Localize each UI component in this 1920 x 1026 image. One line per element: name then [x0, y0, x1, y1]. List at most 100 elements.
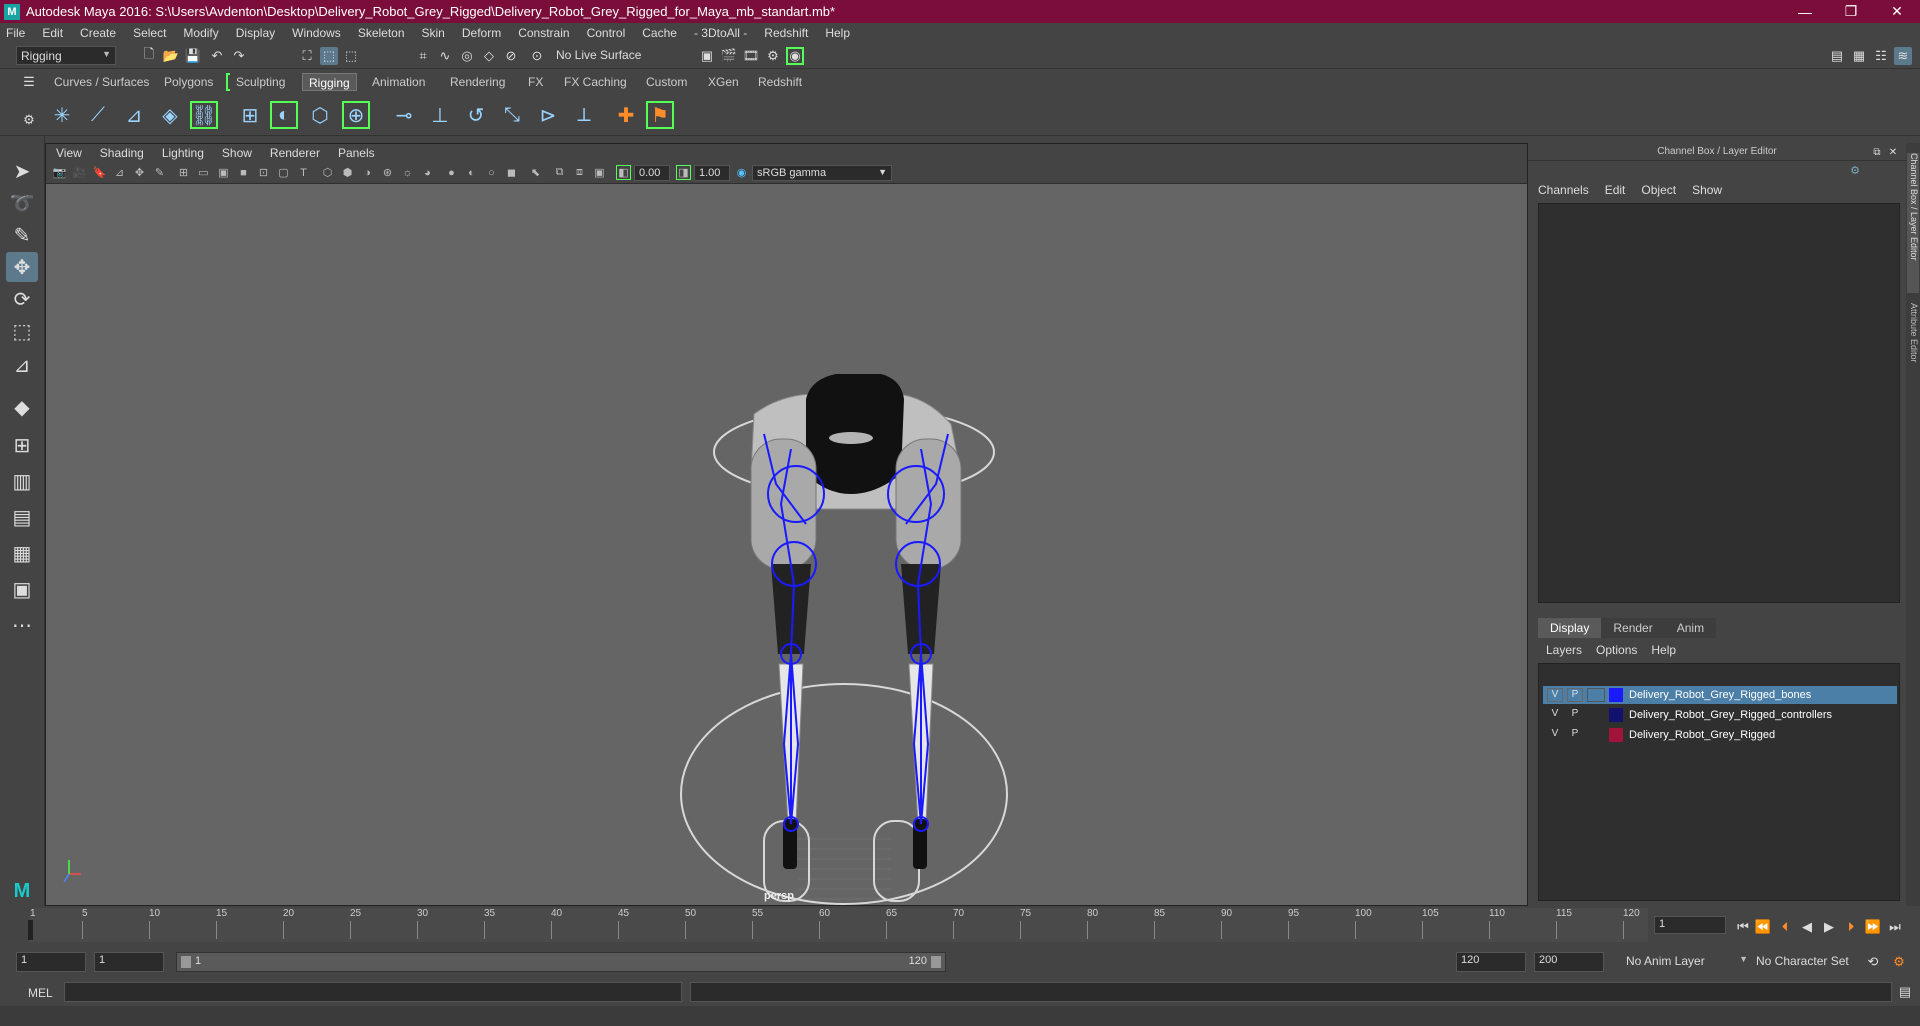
locator-icon[interactable]: ✚	[612, 101, 640, 129]
cb-menu-channels[interactable]: Channels	[1538, 183, 1589, 197]
shelf-tab-fx[interactable]: FX	[522, 73, 549, 91]
rotate-tool-icon[interactable]: ⟳	[6, 284, 38, 314]
orient-constraint-icon[interactable]: ↺	[462, 101, 490, 129]
aim-constraint-icon[interactable]: ⊳	[534, 101, 562, 129]
menu-create[interactable]: Create	[80, 26, 116, 40]
menu-modify[interactable]: Modify	[183, 26, 218, 40]
layer-playback-toggle[interactable]: P	[1567, 688, 1583, 702]
motion-blur-icon[interactable]: ◐	[464, 165, 479, 180]
single-perspective-layout-icon[interactable]: ◆	[6, 392, 38, 422]
scale-tool-icon[interactable]: ⬚	[6, 316, 38, 346]
insert-joint-icon[interactable]: ◈	[156, 101, 184, 129]
minimize-button[interactable]: —	[1782, 0, 1828, 23]
isolate-select-icon[interactable]: ⬉	[528, 165, 543, 180]
menu-file[interactable]: File	[6, 26, 25, 40]
anti-aliasing-icon[interactable]: ○	[484, 165, 499, 180]
undo-icon[interactable]: ↶	[208, 47, 226, 65]
layer-playback-toggle[interactable]: P	[1567, 728, 1583, 742]
tab-channel-box-vertical[interactable]: Channel Box / Layer Editor	[1907, 153, 1919, 293]
viewport-menu-view[interactable]: View	[56, 146, 82, 160]
render-settings-icon[interactable]: ⚙	[764, 47, 782, 65]
step-forward-frame-icon[interactable]: ⏵	[1842, 918, 1860, 936]
xray-components-icon[interactable]: ▣	[592, 165, 607, 180]
shelf-tab-sculpting[interactable]: Sculpting	[230, 73, 291, 91]
select-by-object-icon[interactable]: ⬚	[320, 47, 338, 65]
safe-title-icon[interactable]: T	[296, 165, 311, 180]
character-set-dropdown[interactable]: No Character Set	[1752, 952, 1862, 972]
shelf-tab-rendering[interactable]: Rendering	[444, 73, 511, 91]
step-back-key-icon[interactable]: ⏪	[1754, 918, 1772, 936]
camera-attributes-icon[interactable]: 🎥	[72, 165, 87, 180]
wireframe-icon[interactable]: ⬡	[320, 165, 335, 180]
new-scene-icon[interactable]: 🗋	[140, 46, 158, 65]
scale-constraint-icon[interactable]: ⤡	[498, 101, 526, 129]
layer-editor-toggle-icon[interactable]: ≋	[1894, 47, 1912, 65]
textured-icon[interactable]: ⊛	[380, 165, 395, 180]
auto-key-icon[interactable]: ⟲	[1864, 953, 1882, 971]
cluster-icon[interactable]: ⊕	[342, 101, 370, 129]
ipr-render-icon[interactable]: 🎞	[742, 47, 760, 65]
lasso-tool-icon[interactable]: ➰	[6, 188, 38, 218]
live-surface-field[interactable]: No Live Surface	[552, 46, 652, 65]
shelf-tab-fx-caching[interactable]: FX Caching	[558, 73, 633, 91]
layer-color-swatch[interactable]	[1609, 708, 1623, 722]
last-tool-icon[interactable]: ⊿	[6, 350, 38, 380]
menu-windows[interactable]: Windows	[292, 26, 341, 40]
shelf-tab-polygons[interactable]: Polygons	[158, 73, 219, 91]
viewport-menu-shading[interactable]: Shading	[100, 146, 144, 160]
layer-color-swatch[interactable]	[1609, 728, 1623, 742]
menu-display[interactable]: Display	[236, 26, 275, 40]
channel-box-area[interactable]	[1538, 203, 1900, 603]
script-editor-icon[interactable]: ▤	[1896, 983, 1914, 1001]
play-forwards-icon[interactable]: ▶	[1820, 918, 1838, 936]
shelf-options-icon[interactable]: ⚙	[20, 111, 38, 129]
tab-attribute-editor-vertical[interactable]: Attribute Editor	[1907, 303, 1919, 403]
menu-select[interactable]: Select	[133, 26, 166, 40]
grid-toggle-icon[interactable]: ⊞	[176, 165, 191, 180]
select-by-component-icon[interactable]: ⬚	[342, 47, 360, 65]
snap-view-plane-icon[interactable]: ◇	[480, 47, 498, 65]
time-slider[interactable]: 1 5 10 15 20 25 30 35 40 45 50 55 60 65 …	[0, 906, 1920, 944]
viewport-menu-show[interactable]: Show	[222, 146, 252, 160]
menu-constrain[interactable]: Constrain	[518, 26, 569, 40]
smooth-shade-icon[interactable]: ⬢	[340, 165, 355, 180]
bind-skin-icon[interactable]: ⊞	[236, 101, 264, 129]
menu-cache[interactable]: Cache	[642, 26, 677, 40]
ik-handle-icon[interactable]: ⟋	[84, 101, 112, 129]
menu-edit[interactable]: Edit	[42, 26, 63, 40]
viewport-menu-renderer[interactable]: Renderer	[270, 146, 320, 160]
persp-outliner-layout-icon[interactable]: ▥	[6, 466, 38, 496]
quick-rig-icon[interactable]: ⛓	[190, 101, 218, 129]
range-end-handle[interactable]	[931, 956, 941, 968]
go-to-start-icon[interactable]: ⏮	[1734, 918, 1752, 936]
paint-select-tool-icon[interactable]: ✎	[6, 220, 38, 250]
anim-layer-dropdown[interactable]: No Anim Layer ▼	[1622, 952, 1748, 972]
live-surface-icon[interactable]: ⊙	[528, 47, 546, 65]
animation-preferences-icon[interactable]: ⚙	[1890, 953, 1908, 971]
workspace-icon[interactable]: ▤	[1828, 47, 1846, 65]
close-panel-icon[interactable]: ✕	[1884, 143, 1902, 161]
exposure-field[interactable]: 0.00	[634, 165, 670, 181]
snap-curve-icon[interactable]: ∿	[436, 47, 454, 65]
layer-visibility-toggle[interactable]: V	[1547, 688, 1563, 702]
close-button[interactable]: ✕	[1874, 0, 1920, 23]
shelf-tab-animation[interactable]: Animation	[366, 73, 431, 91]
cb-menu-edit[interactable]: Edit	[1605, 183, 1626, 197]
four-view-layout-icon[interactable]: ⊞	[6, 430, 38, 460]
menu-redshift[interactable]: Redshift	[764, 26, 808, 40]
layer-type-toggle[interactable]	[1587, 728, 1605, 742]
field-chart-icon[interactable]: ⊡	[256, 165, 271, 180]
render-current-frame-icon[interactable]: 🎬	[720, 47, 738, 65]
step-back-frame-icon[interactable]: ⏴	[1776, 918, 1794, 936]
shadows-icon[interactable]: ◕	[420, 165, 435, 180]
go-to-end-icon[interactable]: ⏭	[1886, 918, 1904, 936]
select-by-hierarchy-icon[interactable]: ⛶	[298, 47, 316, 65]
menu-deform[interactable]: Deform	[462, 26, 501, 40]
set-driven-key-icon[interactable]: ⚑	[646, 101, 674, 129]
xray-icon[interactable]: ⧉	[552, 165, 567, 180]
bookmark-icon[interactable]: 🔖	[92, 165, 107, 180]
ik-spline-icon[interactable]: ⊿	[120, 101, 148, 129]
tab-display[interactable]: Display	[1538, 618, 1602, 638]
snap-grid-icon[interactable]: ⌗	[414, 47, 432, 65]
channel-settings-icon[interactable]: ⚙	[1846, 161, 1864, 179]
